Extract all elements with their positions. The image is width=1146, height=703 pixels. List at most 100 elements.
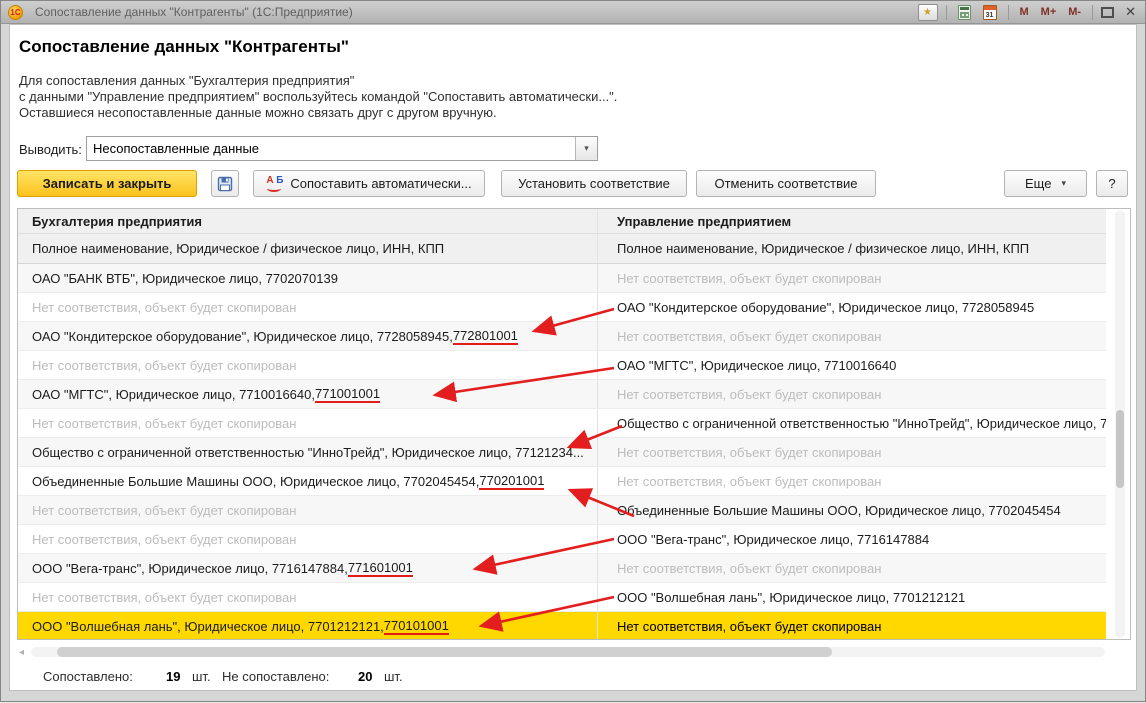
scrollbar-track[interactable] — [31, 647, 1105, 657]
cell-management[interactable]: ОАО "МГТС", Юридическое лицо, 7710016640 — [597, 351, 1106, 379]
favorites-icon[interactable]: ★ — [917, 3, 938, 21]
cancel-match-button[interactable]: Отменить соответствие — [696, 170, 876, 197]
cell-management[interactable]: Нет соответствия, объект будет скопирова… — [597, 612, 1106, 639]
cell-accounting[interactable]: ОАО "БАНК ВТБ", Юридическое лицо, 770207… — [18, 264, 597, 292]
cell-management[interactable]: ОАО "Кондитерское оборудование", Юридиче… — [597, 293, 1106, 321]
cell-accounting[interactable]: Нет соответствия, объект будет скопирова… — [18, 351, 597, 379]
column-header-management[interactable]: Управление предприятием — [597, 209, 1106, 233]
memory-button-Мplus[interactable]: М+ — [1038, 6, 1060, 18]
help-button[interactable]: ? — [1096, 170, 1128, 197]
scroll-left-icon[interactable]: ◂ — [19, 647, 24, 658]
cell-management[interactable]: Нет соответствия, объект будет скопирова… — [597, 438, 1106, 466]
page-title: Сопоставление данных "Контрагенты" — [19, 37, 349, 56]
no-match-text: Нет соответствия, объект будет скопирова… — [617, 560, 882, 576]
maximize-icon[interactable] — [1101, 6, 1115, 18]
cell-accounting[interactable]: Общество с ограниченной ответственностью… — [18, 438, 597, 466]
cell-management[interactable]: ООО "Волшебная лань", Юридическое лицо, … — [597, 583, 1106, 611]
divider — [945, 4, 947, 20]
table-row[interactable]: ООО "Волшебная лань", Юридическое лицо, … — [18, 612, 1106, 639]
cell-management[interactable]: Нет соответствия, объект будет скопирова… — [597, 322, 1106, 350]
no-match-text: Нет соответствия, объект будет скопирова… — [32, 357, 297, 373]
scrollbar-thumb[interactable] — [1116, 410, 1124, 488]
cell-management[interactable]: Объединенные Большие Машины ООО, Юридиче… — [597, 496, 1106, 524]
filter-label: Выводить: — [19, 142, 82, 157]
app-window: 1С Сопоставление данных "Контрагенты" (1… — [0, 0, 1146, 702]
cell-accounting[interactable]: Нет соответствия, объект будет скопирова… — [18, 525, 597, 553]
table-row[interactable]: ОАО "Кондитерское оборудование", Юридиче… — [18, 322, 1106, 351]
entity-text: ООО "Волшебная лань", Юридическое лицо, … — [32, 618, 384, 634]
cell-accounting[interactable]: Нет соответствия, объект будет скопирова… — [18, 293, 597, 321]
entity-text: ОАО "МГТС", Юридическое лицо, 7710016640… — [32, 386, 315, 402]
cell-accounting[interactable]: ООО "Вега-транс", Юридическое лицо, 7716… — [18, 554, 597, 582]
table-row[interactable]: ООО "Вега-транс", Юридическое лицо, 7716… — [18, 554, 1106, 583]
table-row[interactable]: Нет соответствия, объект будет скопирова… — [18, 351, 1106, 380]
no-match-text: Нет соответствия, объект будет скопирова… — [617, 270, 882, 286]
close-icon[interactable]: ✕ — [1119, 4, 1138, 20]
cell-accounting[interactable]: Нет соответствия, объект будет скопирова… — [18, 409, 597, 437]
match-automatically-button[interactable]: АБ Сопоставить автоматически... — [253, 170, 485, 197]
cell-accounting[interactable]: Объединенные Большие Машины ООО, Юридиче… — [18, 467, 597, 495]
table-row[interactable]: Нет соответствия, объект будет скопирова… — [18, 293, 1106, 322]
more-button[interactable]: Еще ▾ — [1004, 170, 1087, 197]
cell-management[interactable]: Нет соответствия, объект будет скопирова… — [597, 467, 1106, 495]
matched-unit: шт. — [192, 669, 211, 684]
memory-button-Мminus[interactable]: М- — [1065, 6, 1084, 18]
entity-text: ОАО "Кондитерское оборудование", Юридиче… — [32, 328, 453, 344]
entity-text: Объединенные Большие Машины ООО, Юридиче… — [32, 473, 480, 489]
no-match-text: Нет соответствия, объект будет скопирова… — [32, 415, 297, 431]
table-row[interactable]: Нет соответствия, объект будет скопирова… — [18, 583, 1106, 612]
display-mode-combobox[interactable]: Несопоставленные данные ▾ — [86, 136, 598, 161]
cell-management[interactable]: ООО "Вега-транс", Юридическое лицо, 7716… — [597, 525, 1106, 553]
table-row[interactable]: ОАО "БАНК ВТБ", Юридическое лицо, 770207… — [18, 264, 1106, 293]
cell-management[interactable]: Нет соответствия, объект будет скопирова… — [597, 554, 1106, 582]
set-match-button[interactable]: Установить соответствие — [501, 170, 687, 197]
entity-text: ООО "Волшебная лань", Юридическое лицо, … — [617, 589, 966, 605]
kpp-underlined: 770201001 — [479, 472, 545, 490]
kpp-underlined: 771601001 — [347, 559, 413, 577]
status-bar: Сопоставлено: 19 шт. Не сопоставлено: 20 шт. — [43, 669, 414, 684]
cell-accounting[interactable]: Нет соответствия, объект будет скопирова… — [18, 583, 597, 611]
horizontal-scrollbar[interactable]: ◂ — [17, 646, 1131, 659]
scrollbar-thumb[interactable] — [57, 647, 832, 657]
cell-accounting[interactable]: ОАО "МГТС", Юридическое лицо, 7710016640… — [18, 380, 597, 408]
table-row[interactable]: Общество с ограниченной ответственностью… — [18, 438, 1106, 467]
table-row[interactable]: Нет соответствия, объект будет скопирова… — [18, 525, 1106, 554]
cell-management[interactable]: Нет соответствия, объект будет скопирова… — [597, 264, 1106, 292]
cell-management[interactable]: Общество с ограниченной ответственностью… — [597, 409, 1106, 437]
matched-count: 19 — [166, 669, 181, 684]
chevron-down-icon[interactable]: ▾ — [575, 137, 597, 160]
no-match-text: Нет соответствия, объект будет скопирова… — [617, 386, 882, 402]
save-and-close-button[interactable]: Записать и закрыть — [17, 170, 197, 197]
description: Для сопоставления данных "Бухгалтерия пр… — [19, 73, 617, 121]
no-match-text: Нет соответствия, объект будет скопирова… — [32, 502, 297, 518]
cell-accounting[interactable]: ООО "Волшебная лань", Юридическое лицо, … — [18, 612, 597, 639]
titlebar-controls: ★ 31 М М+ М- ✕ — [917, 3, 1139, 21]
table-row[interactable]: Нет соответствия, объект будет скопирова… — [18, 496, 1106, 525]
cell-accounting[interactable]: ОАО "Кондитерское оборудование", Юридиче… — [18, 322, 597, 350]
cell-accounting[interactable]: Нет соответствия, объект будет скопирова… — [18, 496, 597, 524]
entity-text: ООО "Вега-транс", Юридическое лицо, 7716… — [617, 531, 930, 547]
calendar-icon[interactable]: 31 — [980, 4, 1000, 21]
entity-text: ОАО "БАНК ВТБ", Юридическое лицо, 770207… — [32, 270, 338, 286]
table-header-row: Бухгалтерия предприятия Управление предп… — [18, 209, 1106, 234]
column-header-accounting[interactable]: Бухгалтерия предприятия — [18, 209, 597, 233]
entity-text: Объединенные Большие Машины ООО, Юридиче… — [617, 502, 1061, 518]
matched-label: Сопоставлено: — [43, 669, 133, 684]
table-row[interactable]: ОАО "МГТС", Юридическое лицо, 7710016640… — [18, 380, 1106, 409]
entity-text: ООО "Вега-транс", Юридическое лицо, 7716… — [32, 560, 348, 576]
cell-management[interactable]: Нет соответствия, объект будет скопирова… — [597, 380, 1106, 408]
calculator-icon[interactable] — [955, 4, 975, 21]
memory-button-М[interactable]: М — [1017, 6, 1032, 18]
table-row[interactable]: Нет соответствия, объект будет скопирова… — [18, 409, 1106, 438]
chevron-down-icon: ▾ — [1061, 178, 1066, 188]
titlebar: 1С Сопоставление данных "Контрагенты" (1… — [1, 1, 1145, 24]
no-match-text: Нет соответствия, объект будет скопирова… — [617, 328, 882, 344]
no-match-text: Нет соответствия, объект будет скопирова… — [32, 589, 297, 605]
subheader-management: Полное наименование, Юридическое / физич… — [597, 234, 1106, 263]
divider — [1007, 4, 1009, 20]
table-row[interactable]: Объединенные Большие Машины ООО, Юридиче… — [18, 467, 1106, 496]
table-subheader-row: Полное наименование, Юридическое / физич… — [18, 234, 1106, 264]
no-match-text: Нет соответствия, объект будет скопирова… — [617, 618, 882, 634]
vertical-scrollbar[interactable] — [1115, 210, 1125, 638]
save-button[interactable] — [211, 170, 239, 197]
